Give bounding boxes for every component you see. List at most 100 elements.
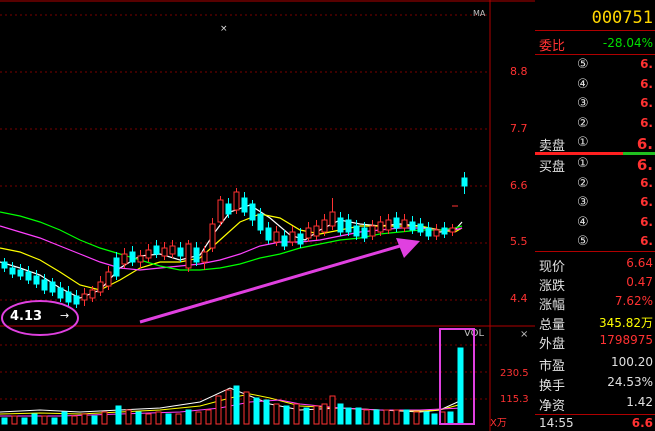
- volume-bar: [155, 411, 162, 425]
- stat-label: 涨幅: [539, 298, 566, 313]
- candle: [377, 221, 384, 233]
- order-price: 6.: [636, 135, 653, 153]
- volume-bar: [431, 413, 438, 425]
- volume-bar: [205, 409, 212, 425]
- candle: [385, 219, 392, 231]
- volume-bar: [303, 407, 310, 425]
- volume-bar: [243, 391, 250, 425]
- volume-spike-highlight: [439, 328, 475, 425]
- stat-value: 1798975: [599, 333, 653, 347]
- stat-label: 总量: [539, 318, 566, 333]
- stock-code: 000751: [591, 8, 653, 28]
- volume-bar: [337, 403, 344, 425]
- low-price-label: 4.13: [10, 309, 42, 324]
- volume-bars: [1, 347, 464, 425]
- candle: [41, 279, 48, 291]
- candle: [145, 249, 152, 259]
- ma5-line: [0, 204, 463, 299]
- candle: [305, 227, 312, 239]
- volume-bar: [185, 409, 192, 425]
- order-level: ③: [577, 195, 589, 210]
- volume-bar: [447, 411, 454, 425]
- stat-value: 100.20: [611, 355, 653, 369]
- stat-label: 换手: [539, 379, 566, 394]
- volume-bar: [253, 397, 260, 425]
- tick-price: 6.6: [631, 416, 653, 430]
- candle: [177, 247, 184, 257]
- price-tick-5.5: 5.5: [510, 235, 528, 248]
- candle: [1, 261, 8, 269]
- stat-label: 市盈: [539, 359, 566, 374]
- candle: [353, 225, 360, 237]
- candle: [81, 293, 88, 301]
- candle: [217, 199, 224, 223]
- volume-bar: [263, 399, 270, 425]
- volume-bar: [345, 407, 352, 425]
- volume-bar: [313, 405, 320, 425]
- stat-value: 0.47: [626, 275, 653, 289]
- volume-bar: [393, 409, 400, 425]
- order-level: ①: [577, 156, 589, 171]
- order-price: 6.: [640, 214, 653, 229]
- volume-bar: [71, 415, 78, 425]
- ma-lines: [0, 204, 463, 299]
- volume-bar: [175, 413, 182, 425]
- order-level: ④: [577, 76, 589, 92]
- candle: [209, 223, 216, 249]
- candle: [361, 227, 368, 239]
- order-price: 6.: [640, 115, 653, 130]
- candle: [185, 243, 192, 269]
- stat-label: 净资: [539, 399, 566, 414]
- tick-time: 14:55: [539, 416, 574, 430]
- volume-bar: [457, 347, 464, 425]
- order-price: 6.: [640, 96, 653, 110]
- order-level: ①: [577, 135, 589, 150]
- candle: [89, 289, 96, 299]
- price-tick-4.4: 4.4: [510, 292, 528, 305]
- quote-panel: 000751 委比 -28.04% ⑤ 6. ④ 6. ③ 6. ② 6. 卖盘 ① 6. 买盘 ① 6…: [535, 0, 655, 431]
- candle: [297, 233, 304, 245]
- divider: [535, 30, 655, 31]
- order-level: ⑤: [577, 234, 589, 249]
- ma-label: MA: [473, 9, 486, 18]
- stat-label: 外盘: [539, 337, 566, 352]
- candle: [337, 217, 344, 233]
- candle: [105, 271, 112, 287]
- candle: [33, 275, 40, 285]
- order-price: 6.: [636, 156, 653, 174]
- volume-bar: [115, 405, 122, 425]
- candlestick-chart[interactable]: MA × 8.8 7.7 6.6 5.5 4.4 VOL × 230.5 115…: [0, 0, 535, 431]
- volume-bar: [125, 409, 132, 425]
- stat-value: 24.53%: [607, 375, 653, 389]
- order-level: ③: [577, 96, 589, 111]
- volume-bar: [225, 389, 232, 425]
- volume-bar: [373, 409, 380, 425]
- stat-value: 1.42: [626, 395, 653, 409]
- ma60-line: [0, 211, 463, 271]
- bid-ask-divider: [535, 152, 655, 155]
- candle: [417, 223, 424, 233]
- candle: [65, 291, 72, 303]
- candle: [441, 227, 448, 235]
- candle: [313, 225, 320, 237]
- candle: [249, 203, 256, 221]
- candle: [345, 219, 352, 233]
- candle: [233, 191, 240, 211]
- candle: [73, 295, 80, 305]
- ma10-line: [0, 213, 463, 291]
- volume-bar: [31, 413, 38, 425]
- buy-label: 买盘: [539, 160, 566, 175]
- volume-bar: [403, 409, 410, 425]
- volume-unit: X万: [490, 418, 507, 429]
- order-level: ④: [577, 214, 589, 230]
- order-price: 6.: [640, 57, 653, 71]
- candle: [49, 281, 56, 293]
- volume-close-icon[interactable]: ×: [520, 329, 528, 340]
- close-icon[interactable]: ×: [220, 24, 228, 34]
- divider: [535, 251, 655, 252]
- volume-bar: [135, 411, 142, 425]
- candle: [137, 255, 144, 263]
- weibi-value: -28.04%: [602, 36, 653, 50]
- price-tick-6.6: 6.6: [510, 179, 528, 192]
- candle: [289, 231, 296, 243]
